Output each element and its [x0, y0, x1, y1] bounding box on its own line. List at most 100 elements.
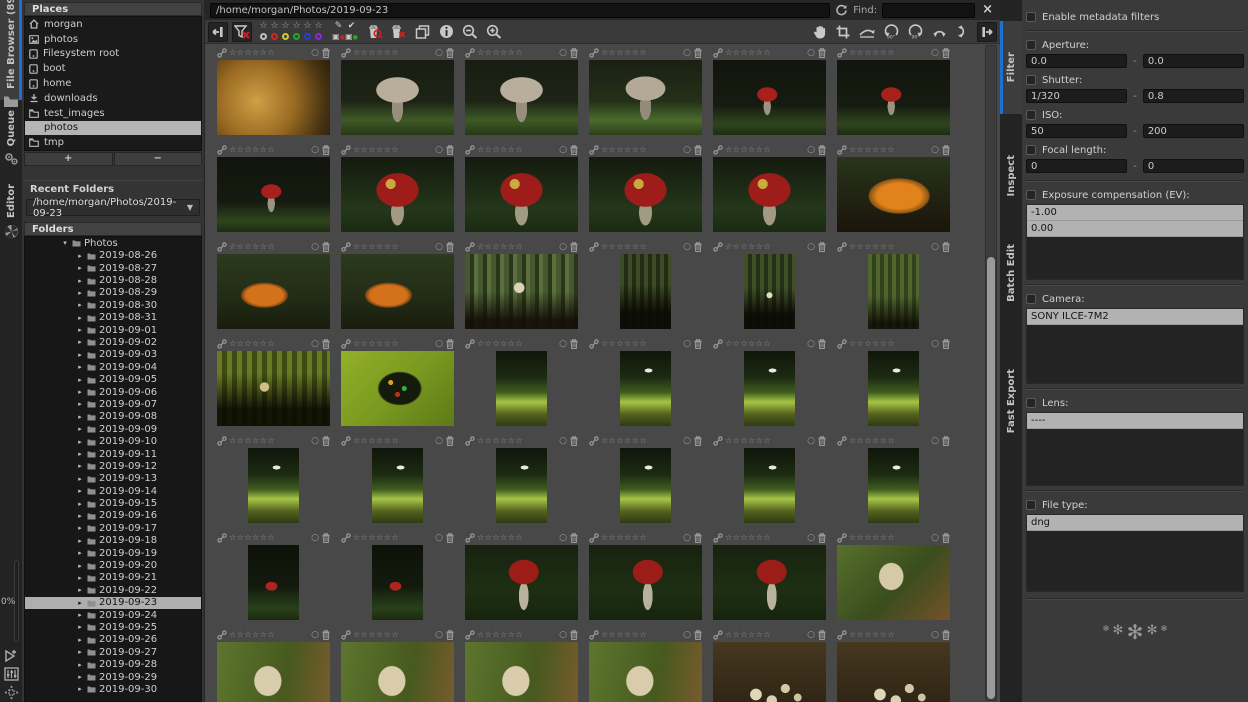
color-label-ring-icon[interactable]: ○ [931, 436, 939, 446]
photo-thumbnail[interactable] [372, 545, 423, 620]
profile-link-icon[interactable] [217, 242, 227, 252]
rating-stars[interactable]: ☆☆☆☆☆☆ [601, 339, 647, 349]
photo-thumbnail[interactable] [465, 545, 578, 620]
list-filter-listbox[interactable]: SONY ILCE-7M2 [1026, 308, 1244, 384]
trash-icon[interactable] [818, 48, 826, 58]
find-input[interactable] [882, 3, 975, 18]
trash-icon[interactable] [942, 145, 950, 155]
tree-item-2019-09-08[interactable]: ▸2019-09-08 [25, 411, 201, 423]
photo-thumbnail[interactable] [496, 351, 547, 426]
expander-closed-icon[interactable]: ▸ [76, 524, 84, 532]
rating-stars[interactable]: ☆☆☆☆☆☆ [229, 145, 275, 155]
rating-stars[interactable]: ☆☆☆☆☆☆ [849, 145, 895, 155]
rating-stars[interactable]: ☆☆☆☆☆☆ [849, 48, 895, 58]
color-label-ring-icon[interactable]: ○ [807, 48, 815, 58]
show-recent-icon[interactable]: ✔ [348, 22, 356, 31]
thumbnails-view-button[interactable] [412, 22, 432, 42]
tree-item-2019-09-16[interactable]: ▸2019-09-16 [25, 510, 201, 522]
color-label-ring-icon[interactable]: ○ [807, 630, 815, 640]
rating-stars[interactable]: ☆☆☆☆☆☆ [725, 339, 771, 349]
color-label-ring-icon[interactable]: ○ [931, 533, 939, 543]
trash-icon[interactable] [322, 436, 330, 446]
expander-closed-icon[interactable]: ▸ [76, 487, 84, 495]
profile-link-icon[interactable] [589, 145, 599, 155]
rating-stars[interactable]: ☆☆☆☆☆☆ [725, 533, 771, 543]
expander-closed-icon[interactable]: ▸ [76, 438, 84, 446]
color-label-ring-icon[interactable]: ○ [559, 339, 567, 349]
tree-item-2019-09-09[interactable]: ▸2019-09-09 [25, 423, 201, 435]
iso-min-input[interactable] [1026, 124, 1127, 138]
shutter-max-input[interactable] [1143, 89, 1244, 103]
rating-stars[interactable]: ☆☆☆☆☆☆ [725, 436, 771, 446]
list-filter-listbox[interactable]: dng [1026, 514, 1244, 592]
place-item-downloads[interactable]: downloads [25, 91, 201, 106]
profile-link-icon[interactable] [217, 339, 227, 349]
rating-stars[interactable]: ☆☆☆☆☆☆ [725, 145, 771, 155]
trash-icon[interactable] [570, 339, 578, 349]
photo-thumbnail[interactable] [217, 642, 330, 702]
trash-icon[interactable] [694, 242, 702, 252]
expander-closed-icon[interactable]: ▸ [76, 512, 84, 520]
expander-closed-icon[interactable]: ▸ [76, 264, 84, 272]
profile-link-icon[interactable] [837, 145, 847, 155]
tab-queue[interactable]: Queue [0, 108, 22, 168]
rating-stars[interactable]: ☆☆☆☆☆☆ [229, 533, 275, 543]
photo-thumbnail[interactable] [496, 448, 547, 523]
tree-item-2019-08-31[interactable]: ▸2019-08-31 [25, 312, 201, 324]
rating-stars[interactable]: ☆☆☆☆☆☆ [229, 48, 275, 58]
trash-icon[interactable] [694, 145, 702, 155]
focal-length-max-input[interactable] [1143, 159, 1244, 173]
photo-thumbnail[interactable] [341, 254, 454, 329]
pan-tool-button[interactable] [809, 22, 829, 42]
photo-thumbnail[interactable] [341, 642, 454, 702]
recent-folders-combobox[interactable]: /home/morgan/Photos/2019-09-23 ▼ [26, 199, 200, 216]
rating-stars[interactable]: ☆☆☆☆☆☆ [849, 436, 895, 446]
show-unedited-icon[interactable]: ▣● [332, 32, 345, 42]
profile-link-icon[interactable] [589, 339, 599, 349]
tree-item-2019-09-29[interactable]: ▸2019-09-29 [25, 671, 201, 683]
expander-closed-icon[interactable]: ▸ [76, 623, 84, 631]
color-label-filter-2[interactable] [282, 33, 289, 40]
expander-closed-icon[interactable]: ▸ [76, 500, 84, 508]
expander-closed-icon[interactable]: ▸ [76, 388, 84, 396]
rank-filter-star-3[interactable]: ☆ [292, 22, 300, 31]
color-label-ring-icon[interactable]: ○ [807, 145, 815, 155]
profile-link-icon[interactable] [713, 339, 723, 349]
trash-icon[interactable] [446, 630, 454, 640]
flip-vertical-button[interactable] [929, 22, 949, 42]
rating-stars[interactable]: ☆☆☆☆☆☆ [353, 630, 399, 640]
tree-item-2019-08-30[interactable]: ▸2019-08-30 [25, 299, 201, 311]
tree-item-2019-08-27[interactable]: ▸2019-08-27 [25, 262, 201, 274]
trash-icon[interactable] [942, 436, 950, 446]
photo-thumbnail[interactable] [589, 157, 702, 232]
rating-stars[interactable]: ☆☆☆☆☆☆ [725, 48, 771, 58]
photo-thumbnail[interactable] [248, 448, 299, 523]
move-tool-icon[interactable] [4, 685, 19, 700]
trash-icon[interactable] [570, 242, 578, 252]
profile-link-icon[interactable] [465, 48, 475, 58]
rating-stars[interactable]: ☆☆☆☆☆☆ [725, 242, 771, 252]
rating-stars[interactable]: ☆☆☆☆☆☆ [725, 630, 771, 640]
color-label-ring-icon[interactable]: ○ [311, 533, 319, 543]
trash-icon[interactable] [446, 436, 454, 446]
rating-stars[interactable]: ☆☆☆☆☆☆ [477, 533, 523, 543]
expander-closed-icon[interactable]: ▸ [76, 425, 84, 433]
tree-item-2019-09-11[interactable]: ▸2019-09-11 [25, 448, 201, 460]
tree-item-2019-09-21[interactable]: ▸2019-09-21 [25, 572, 201, 584]
clear-filters-button[interactable] [232, 22, 252, 42]
batch-adjust-icon[interactable] [4, 667, 19, 681]
profile-link-icon[interactable] [465, 533, 475, 543]
tree-item-2019-09-10[interactable]: ▸2019-09-10 [25, 435, 201, 447]
tree-item-2019-09-04[interactable]: ▸2019-09-04 [25, 361, 201, 373]
photo-thumbnail[interactable] [589, 642, 702, 702]
tree-item-2019-09-24[interactable]: ▸2019-09-24 [25, 609, 201, 621]
rating-stars[interactable]: ☆☆☆☆☆☆ [353, 436, 399, 446]
expander-open-icon[interactable]: ▾ [61, 239, 69, 247]
trash-icon[interactable] [818, 436, 826, 446]
place-item-home[interactable]: home [25, 76, 201, 91]
tree-item-2019-08-29[interactable]: ▸2019-08-29 [25, 287, 201, 299]
tab-inspect[interactable]: Inspect [1000, 146, 1022, 206]
profile-link-icon[interactable] [713, 630, 723, 640]
photo-thumbnail[interactable] [589, 545, 702, 620]
place-item-tmp[interactable]: tmp [25, 135, 201, 150]
